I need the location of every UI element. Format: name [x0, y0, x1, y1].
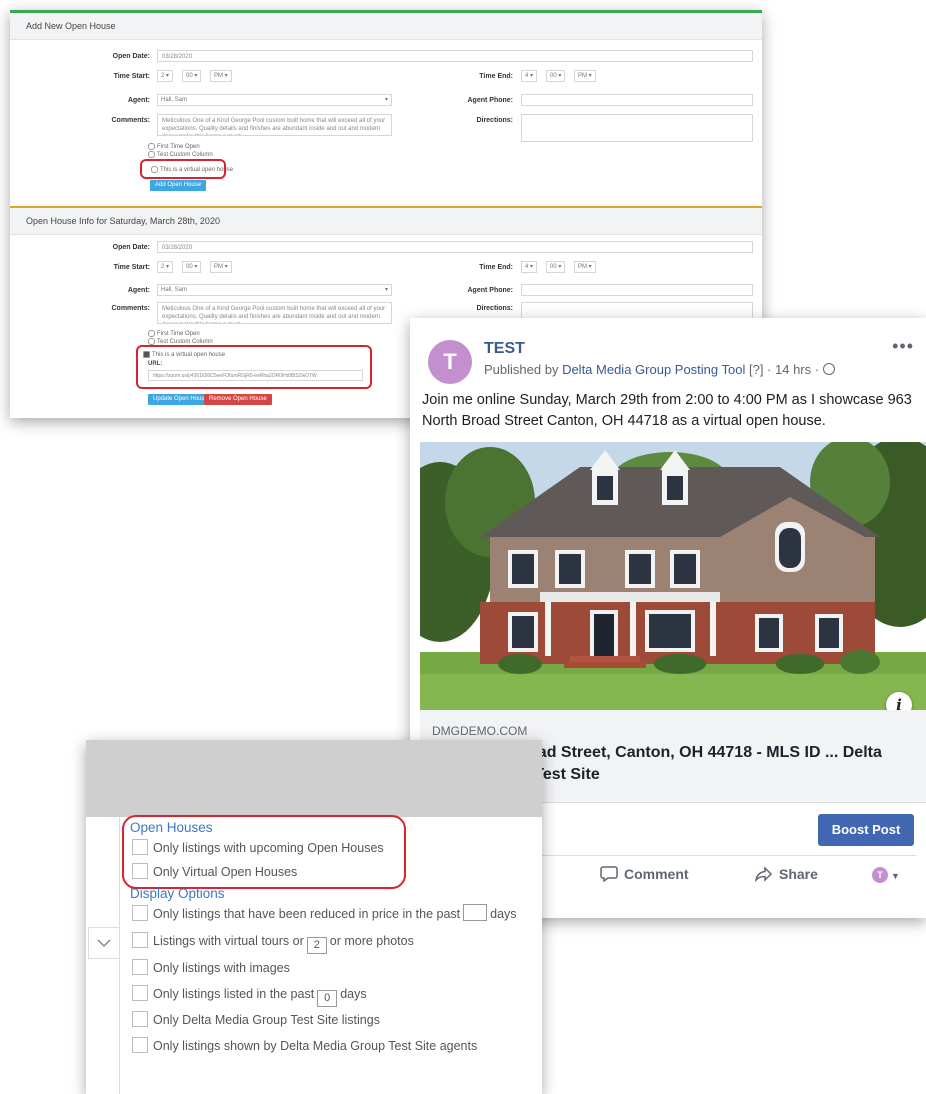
checkbox-icon [148, 338, 155, 345]
time-end-label: Time End: [479, 73, 513, 80]
agent-select[interactable]: Hall, Sam ▾ [157, 284, 392, 296]
with-images-checkbox[interactable]: Only listings with images [132, 959, 290, 975]
agent-label: Agent: [127, 97, 150, 104]
post-meta: Published by Delta Media Group Posting T… [484, 362, 835, 377]
site-listings-checkbox[interactable]: Only Delta Media Group Test Site listing… [132, 1011, 380, 1027]
page-avatar[interactable]: T [428, 340, 472, 384]
open-date-input[interactable]: 03/28/2020 [157, 241, 753, 253]
boost-post-button[interactable]: Boost Post [818, 814, 914, 846]
highlight-ring [136, 345, 372, 389]
agent-phone-input[interactable] [521, 94, 753, 106]
end-minute-select[interactable]: 00 ▾ [546, 70, 566, 82]
end-ampm-select[interactable]: PM ▾ [574, 70, 596, 82]
link-domain: DMGDEMO.COM [432, 724, 528, 738]
directions-label: Directions: [476, 305, 513, 312]
comments-label: Comments: [111, 117, 150, 124]
start-hour-select[interactable]: 2 ▾ [157, 70, 174, 82]
reduced-days-input[interactable] [463, 904, 488, 921]
comment-icon [600, 866, 618, 883]
checkbox-icon [148, 151, 155, 158]
globe-icon [822, 363, 835, 375]
posting-tool-link[interactable]: Delta Media Group Posting Tool [562, 362, 745, 377]
display-options-heading: Display Options [130, 886, 225, 901]
add-open-house-button[interactable]: Add Open House [150, 180, 207, 191]
checkbox-icon [132, 932, 148, 948]
time-end-label: Time End: [479, 264, 513, 271]
checkbox-icon [148, 143, 155, 150]
first-time-open-checkbox[interactable]: First Time Open [148, 330, 200, 337]
checkbox-icon [132, 1037, 148, 1053]
agent-select[interactable]: Hall, Sam ▾ [157, 94, 392, 106]
checkbox-icon [132, 1011, 148, 1027]
virtual-tours-checkbox[interactable]: Listings with virtual tours or 2 or more p… [132, 932, 414, 954]
update-open-house-button[interactable]: Update Open House [148, 394, 213, 405]
directions-label: Directions: [476, 117, 513, 124]
agent-label: Agent: [127, 287, 150, 294]
post-text: Join me online Sunday, March 29th from 2… [422, 392, 912, 429]
more-options-icon[interactable]: ••• [892, 336, 914, 357]
mini-avatar: T [872, 867, 888, 884]
reduced-price-checkbox[interactable]: Only listings that have been reduced in … [132, 904, 517, 921]
checkbox-icon [132, 905, 148, 921]
start-hour-select[interactable]: 2 ▾ [157, 261, 174, 273]
photos-count-input[interactable]: 2 [306, 937, 327, 954]
panel-header [86, 740, 542, 817]
remove-open-house-button[interactable]: Remove Open House [204, 394, 272, 405]
house-photo[interactable] [420, 442, 926, 710]
agent-phone-input[interactable] [521, 284, 753, 296]
highlight-ring [122, 815, 406, 889]
first-time-open-checkbox[interactable]: First Time Open [148, 143, 200, 150]
end-minute-select[interactable]: 00 ▾ [546, 261, 566, 273]
start-ampm-select[interactable]: PM ▾ [210, 261, 232, 273]
dropdown-caret-icon: ▼ [891, 871, 900, 881]
site-agents-checkbox[interactable]: Only listings shown by Delta Media Group… [132, 1037, 477, 1053]
start-minute-select[interactable]: 00 ▾ [182, 261, 202, 273]
comments-textarea[interactable]: Meticulous One of a Kind George Pool cus… [157, 114, 392, 136]
open-date-input[interactable]: 03/28/2020 [157, 50, 753, 62]
house-illustration [420, 442, 926, 710]
listed-past-checkbox[interactable]: Only listings listed in the past 0 days [132, 985, 367, 1007]
search-options-panel: Open Houses Only listings with upcoming … [86, 740, 542, 1094]
agent-phone-label: Agent Phone: [467, 287, 514, 294]
start-ampm-select[interactable]: PM ▾ [210, 70, 232, 82]
listed-days-input[interactable]: 0 [317, 990, 338, 1007]
section-title: Open House Info for Saturday, March 28th… [10, 208, 762, 235]
custom-column-checkbox[interactable]: Test Custom Column [148, 151, 213, 158]
checkbox-icon [132, 959, 148, 975]
start-minute-select[interactable]: 00 ▾ [182, 70, 202, 82]
collapse-toggle[interactable] [88, 927, 120, 959]
end-hour-select[interactable]: 4 ▾ [521, 261, 538, 273]
end-hour-select[interactable]: 4 ▾ [521, 70, 538, 82]
highlight-ring [140, 159, 226, 179]
audience-selector[interactable]: T ▼ [872, 866, 900, 884]
page-name-link[interactable]: TEST [484, 340, 525, 358]
share-icon [754, 866, 773, 883]
chevron-down-icon [97, 939, 111, 948]
checkbox-icon [148, 330, 155, 337]
end-ampm-select[interactable]: PM ▾ [574, 261, 596, 273]
directions-textarea[interactable] [521, 114, 753, 142]
section-title: Add New Open House [10, 13, 762, 40]
open-date-label: Open Date: [112, 244, 150, 251]
comments-textarea[interactable]: Meticulous One of a Kind George Pool cus… [157, 302, 392, 324]
add-open-house-section: Add New Open House Open Date: 03/28/2020… [10, 10, 762, 209]
share-button[interactable]: Share [754, 866, 818, 883]
agent-phone-label: Agent Phone: [467, 97, 514, 104]
comments-label: Comments: [111, 305, 150, 312]
checkbox-icon [132, 985, 148, 1001]
comment-button[interactable]: Comment [600, 866, 689, 883]
time-start-label: Time Start: [113, 264, 150, 271]
open-date-label: Open Date: [112, 53, 150, 60]
time-start-label: Time Start: [113, 73, 150, 80]
